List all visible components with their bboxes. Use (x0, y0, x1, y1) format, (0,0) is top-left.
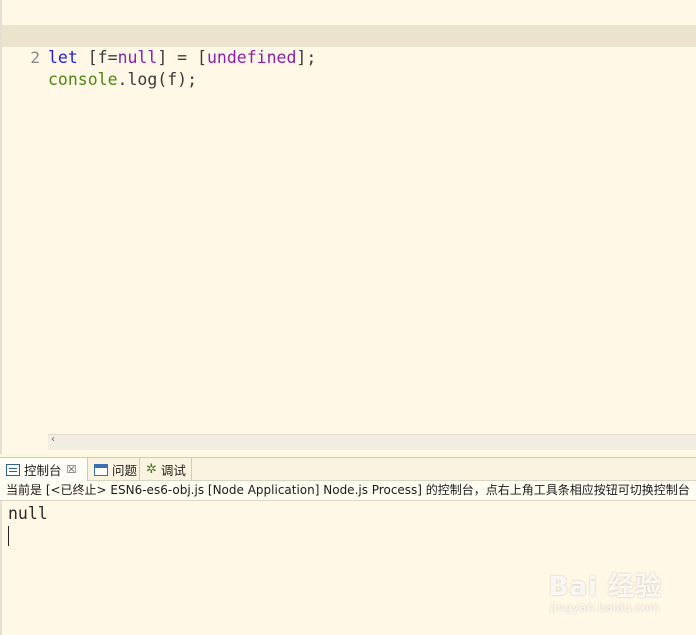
literal-undefined: undefined (206, 48, 297, 67)
tab-label: 控制台 (24, 463, 62, 478)
code-line-2[interactable]: 2 console.log(f); (2, 25, 696, 89)
literal-null: null (117, 48, 158, 67)
close-icon[interactable]: ☒ (67, 463, 77, 476)
line-number: 2 (30, 48, 40, 67)
tab-debug[interactable]: ✲ 调试 (140, 458, 192, 481)
scroll-left-icon[interactable]: ‹ (51, 434, 55, 445)
problems-icon (94, 463, 108, 476)
text-caret (8, 526, 9, 546)
watermark-brand: Bai 经验 (548, 572, 662, 602)
code-token: .log(f); (117, 70, 198, 89)
tab-label: 调试 (160, 463, 186, 478)
tab-console[interactable]: 控制台 ☒ (0, 458, 88, 481)
tab-label: 问题 (112, 463, 138, 478)
keyword-let: let (48, 48, 78, 67)
console-output-line: null (8, 504, 48, 523)
code-line-1[interactable]: 1 let [f=null] = [undefined]; (2, 3, 696, 67)
code-text: console.log(f); (48, 69, 197, 91)
watermark-url: jingyan.baidu.com (550, 601, 661, 614)
code-token: ]; (296, 48, 317, 67)
debug-icon: ✲ (146, 461, 157, 477)
code-token: [f= (77, 48, 118, 67)
watermark-logo: Bai 经验 jingyan.baidu.com (549, 566, 662, 614)
horizontal-scrollbar[interactable]: ‹ (48, 434, 696, 450)
code-text: let [f=null] = [undefined]; (48, 47, 316, 69)
console-status-text: 当前是 [<已终止> ESN6-es6-obj.js [Node Applica… (0, 481, 696, 501)
console-icon (6, 463, 20, 476)
code-editor[interactable]: 1 let [f=null] = [undefined]; 2 console.… (0, 0, 696, 454)
code-token: ] = [ (157, 48, 207, 67)
identifier-console: console (48, 70, 118, 89)
tab-problems[interactable]: 问题 (88, 458, 140, 481)
console-tab-bar: 控制台 ☒ 问题 ✲ 调试 (0, 457, 696, 481)
